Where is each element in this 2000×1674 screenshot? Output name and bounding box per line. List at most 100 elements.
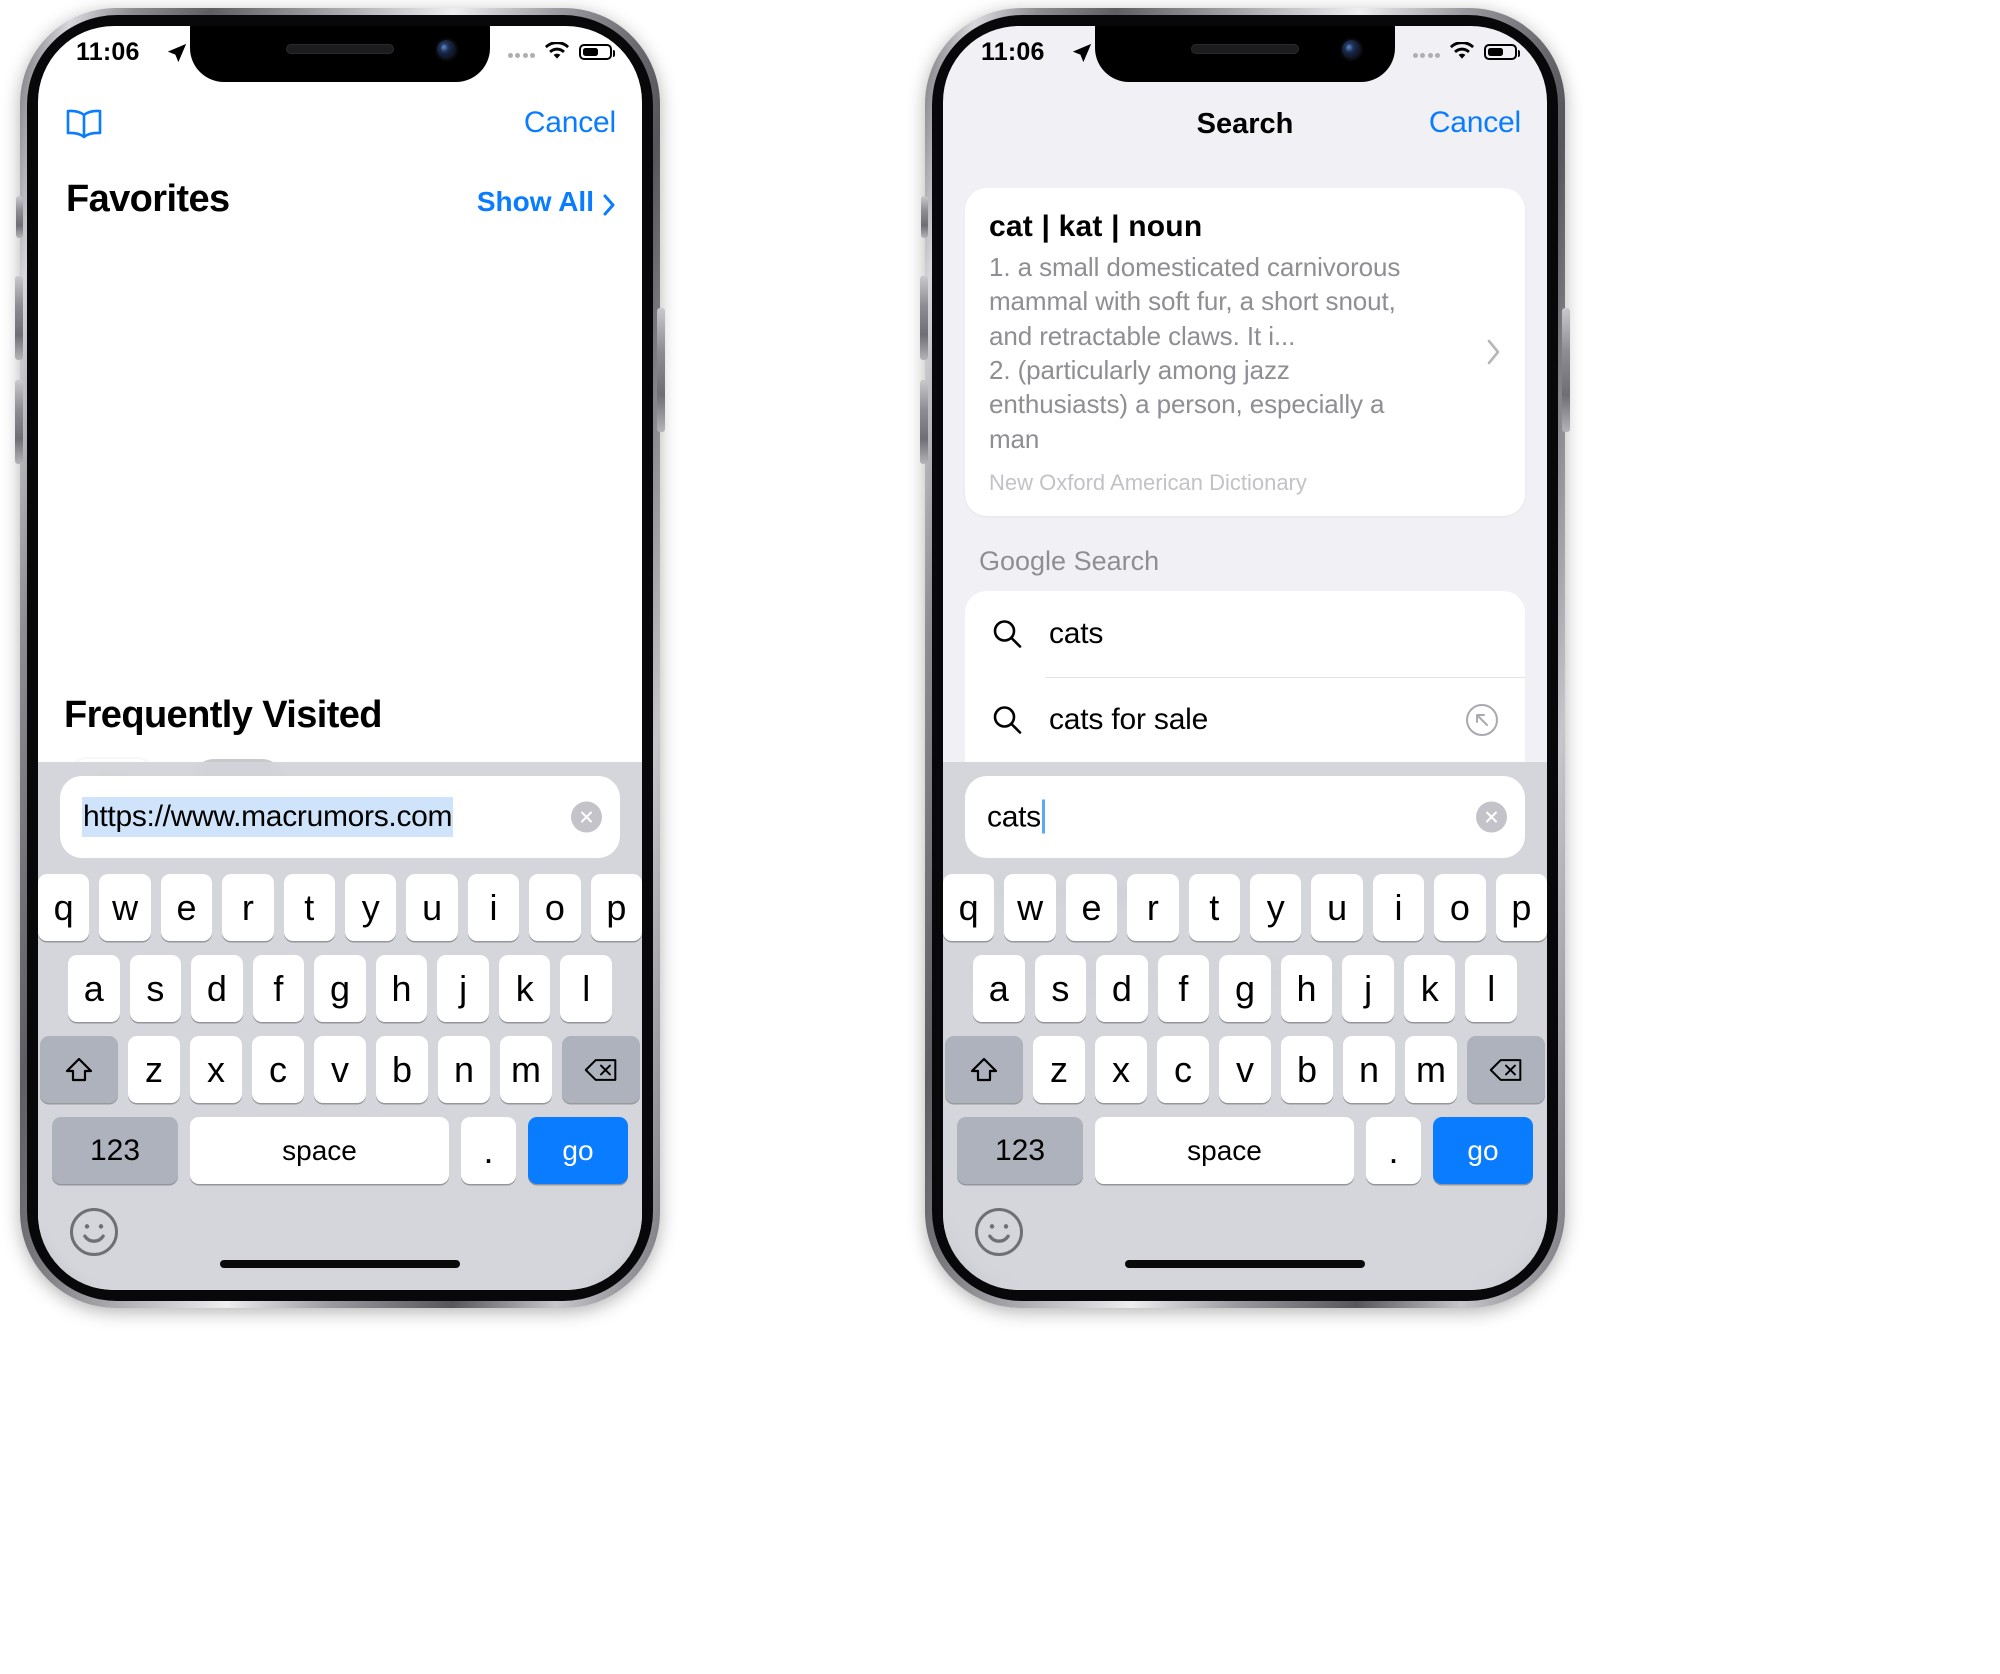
key-d[interactable]: d [191, 955, 243, 1022]
key-s[interactable]: s [1034, 955, 1087, 1022]
smiley-face-icon[interactable] [70, 1208, 118, 1256]
volume-up-button[interactable] [15, 276, 23, 360]
cancel-button[interactable]: Cancel [1429, 106, 1521, 140]
key-r[interactable]: r [222, 874, 274, 941]
power-button[interactable] [657, 308, 665, 432]
dictionary-card[interactable]: cat | kat | noun 1. a small domesticated… [965, 188, 1525, 516]
key-x[interactable]: x [190, 1036, 242, 1103]
key-p[interactable]: p [590, 874, 642, 941]
url-input-value: https://www.macrumors.com [82, 797, 454, 837]
space-key[interactable]: space [1095, 1117, 1354, 1184]
key-w[interactable]: w [99, 874, 151, 941]
key-a[interactable]: a [972, 955, 1025, 1022]
key-q[interactable]: q [38, 874, 90, 941]
suggestion-text: cats for sale [1049, 702, 1209, 736]
key-t[interactable]: t [1188, 874, 1240, 941]
key-w[interactable]: w [1004, 874, 1056, 941]
key-j[interactable]: j [1342, 955, 1394, 1022]
key-h[interactable]: h [375, 955, 428, 1022]
key-i[interactable]: i [467, 874, 520, 941]
key-d[interactable]: d [1096, 955, 1148, 1022]
key-f[interactable]: f [252, 955, 305, 1022]
key-n[interactable]: n [1343, 1036, 1395, 1103]
numbers-key[interactable]: 123 [52, 1117, 178, 1184]
key-r[interactable]: r [1127, 874, 1179, 941]
go-key[interactable]: go [1433, 1117, 1533, 1184]
url-input-field[interactable]: https://www.macrumors.com [60, 776, 620, 858]
arrow-up-left-circle-icon[interactable] [1465, 703, 1499, 737]
shift-up-arrow-icon[interactable] [945, 1036, 1023, 1103]
power-button[interactable] [1562, 308, 1570, 432]
clear-icon[interactable] [571, 801, 602, 833]
iphone-left: 11:06 Cancel Favorites Show All Frequent… [15, 8, 665, 1308]
space-key[interactable]: space [190, 1117, 449, 1184]
key-x[interactable]: x [1095, 1036, 1147, 1103]
clear-icon[interactable] [1476, 801, 1507, 833]
key-k[interactable]: k [1403, 955, 1456, 1022]
key-t[interactable]: t [283, 874, 335, 941]
keyboard-row-2: a s d f g h j k l [38, 955, 642, 1022]
key-g[interactable]: g [314, 955, 366, 1022]
keyboard-row-1: q w e r t y u i o p [943, 874, 1547, 941]
key-k[interactable]: k [498, 955, 551, 1022]
key-e[interactable]: e [160, 874, 213, 941]
key-e[interactable]: e [1065, 874, 1118, 941]
volume-down-button[interactable] [920, 380, 928, 464]
show-all-button[interactable]: Show All [477, 186, 616, 218]
search-topbar: Search Cancel [943, 82, 1547, 164]
book-icon[interactable] [64, 108, 104, 141]
home-indicator[interactable] [1125, 1260, 1365, 1268]
key-m[interactable]: m [500, 1036, 552, 1103]
key-m[interactable]: m [1405, 1036, 1457, 1103]
key-c[interactable]: c [252, 1036, 304, 1103]
key-h[interactable]: h [1280, 955, 1333, 1022]
volume-down-button[interactable] [15, 380, 23, 464]
period-key[interactable]: . [1366, 1117, 1421, 1184]
key-y[interactable]: y [1250, 874, 1302, 941]
mute-switch[interactable] [16, 196, 23, 238]
smiley-face-icon[interactable] [975, 1208, 1023, 1256]
search-input-field[interactable]: cats [965, 776, 1525, 858]
location-arrow-icon [166, 42, 188, 64]
key-l[interactable]: l [560, 955, 613, 1022]
key-v[interactable]: v [1219, 1036, 1271, 1103]
home-indicator[interactable] [220, 1260, 460, 1268]
keyboard-rows-left: q w e r t y u i o p a s d f g h j k l z … [38, 874, 642, 1198]
key-p[interactable]: p [1495, 874, 1547, 941]
keyboard-row-4: 123 space . go [38, 1117, 642, 1184]
backspace-delete-icon[interactable] [562, 1036, 640, 1103]
key-l[interactable]: l [1465, 955, 1518, 1022]
key-i[interactable]: i [1372, 874, 1425, 941]
numbers-key[interactable]: 123 [957, 1117, 1083, 1184]
key-u[interactable]: u [1311, 874, 1363, 941]
key-b[interactable]: b [376, 1036, 428, 1103]
key-o[interactable]: o [1434, 874, 1486, 941]
key-v[interactable]: v [314, 1036, 366, 1103]
mute-switch[interactable] [921, 196, 928, 238]
key-g[interactable]: g [1219, 955, 1271, 1022]
go-key[interactable]: go [528, 1117, 628, 1184]
key-y[interactable]: y [345, 874, 397, 941]
key-s[interactable]: s [129, 955, 182, 1022]
key-f[interactable]: f [1157, 955, 1210, 1022]
key-q[interactable]: q [943, 874, 995, 941]
shift-up-arrow-icon[interactable] [40, 1036, 118, 1103]
key-a[interactable]: a [67, 955, 120, 1022]
earpiece-speaker [286, 44, 394, 54]
suggestion-row[interactable]: cats [965, 591, 1525, 677]
key-c[interactable]: c [1157, 1036, 1209, 1103]
key-b[interactable]: b [1281, 1036, 1333, 1103]
key-n[interactable]: n [438, 1036, 490, 1103]
search-icon [991, 704, 1023, 736]
cancel-button[interactable]: Cancel [524, 106, 616, 140]
dictionary-word: cat | kat | noun [989, 210, 1203, 243]
key-u[interactable]: u [406, 874, 458, 941]
key-j[interactable]: j [437, 955, 489, 1022]
volume-up-button[interactable] [920, 276, 928, 360]
backspace-delete-icon[interactable] [1467, 1036, 1545, 1103]
period-key[interactable]: . [461, 1117, 516, 1184]
key-z[interactable]: z [128, 1036, 180, 1103]
key-o[interactable]: o [529, 874, 581, 941]
suggestion-row[interactable]: cats for sale [965, 676, 1525, 763]
key-z[interactable]: z [1033, 1036, 1085, 1103]
